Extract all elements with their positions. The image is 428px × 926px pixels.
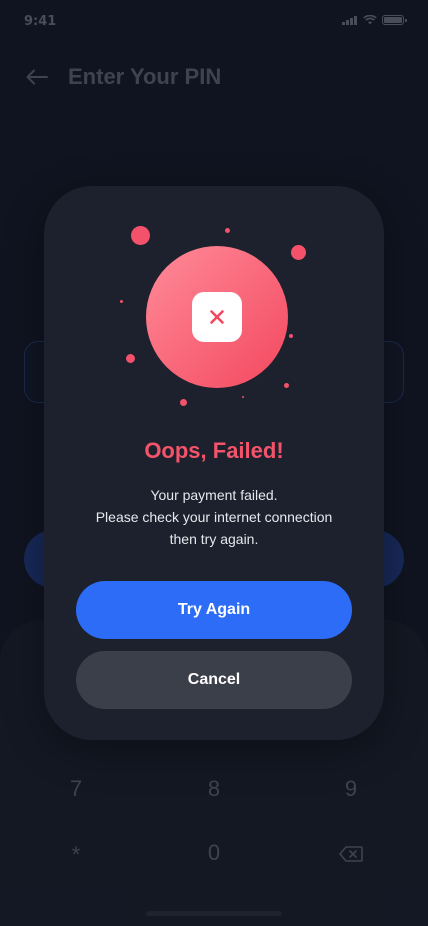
decor-dot — [120, 300, 123, 303]
decor-dot — [126, 354, 135, 363]
decor-dot — [289, 334, 293, 338]
decor-dot — [284, 383, 289, 388]
dialog-title: Oops, Failed! — [144, 438, 284, 463]
close-icon — [192, 292, 242, 342]
dialog-message-line: Your payment failed. — [150, 487, 278, 503]
dialog-message-line: then try again. — [169, 531, 259, 547]
cancel-button[interactable]: Cancel — [76, 651, 352, 709]
payment-pin-screen: 9:41 Enter Your PIN 7 8 9 * 0 Oops, Fail… — [0, 0, 428, 926]
dialog-message-line: Please check your internet connection — [95, 509, 333, 525]
try-again-button[interactable]: Try Again — [76, 581, 352, 639]
payment-failed-dialog: Oops, Failed! Your payment failed. Pleas… — [44, 186, 384, 740]
decor-dot — [291, 245, 306, 260]
error-illustration — [44, 186, 384, 426]
decor-dot — [131, 226, 150, 245]
decor-dot — [225, 228, 230, 233]
dialog-message: Your payment failed. Please check your i… — [64, 484, 364, 550]
decor-dot — [180, 399, 187, 406]
decor-dot — [242, 396, 244, 398]
